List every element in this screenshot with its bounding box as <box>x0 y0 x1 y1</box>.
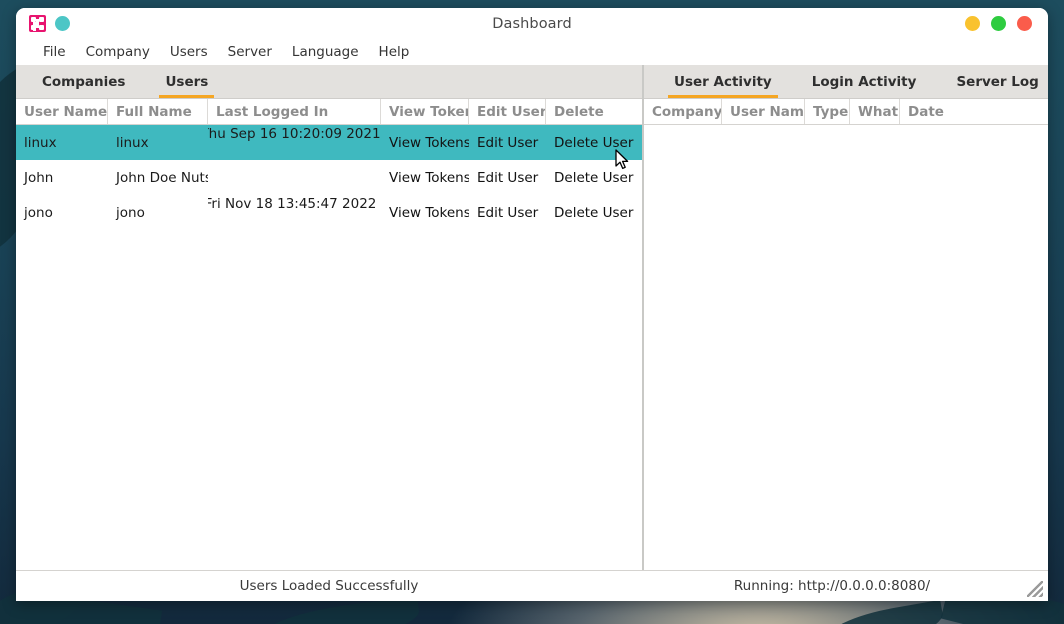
delete-user-link[interactable]: Delete User <box>546 160 642 195</box>
menu-item-help[interactable]: Help <box>369 42 420 63</box>
cell-last-logged-in: Fri Nov 18 13:45:47 2022 <box>208 196 377 212</box>
cell-user-name: jono <box>24 204 53 221</box>
activity-table-body <box>644 125 1048 570</box>
edit-user-link[interactable]: Edit User <box>469 160 546 195</box>
maximize-button[interactable] <box>991 16 1006 31</box>
cell-user-name: linux <box>24 134 57 151</box>
right-panel: User Activity Login Activity Server Log … <box>643 65 1048 570</box>
table-row[interactable]: jono jono Fri Nov 18 13:45:47 2022 View … <box>16 195 642 230</box>
users-table-header: User Name Full Name Last Logged In View … <box>16 99 642 125</box>
cell-full-name: jono <box>116 204 145 221</box>
menu-item-language[interactable]: Language <box>282 42 369 63</box>
left-tab-strip: Companies Users <box>16 65 642 99</box>
menu-bar: File Company Users Server Language Help <box>16 40 1048 65</box>
tab-login-activity[interactable]: Login Activity <box>792 65 937 98</box>
menu-item-users[interactable]: Users <box>160 42 218 63</box>
delete-user-link[interactable]: Delete User <box>546 195 642 230</box>
users-table-body: linux linux Thu Sep 16 10:20:09 2021 Vie… <box>16 125 642 570</box>
tab-companies[interactable]: Companies <box>22 65 145 98</box>
title-bar[interactable]: Dashboard <box>16 8 1048 40</box>
menu-item-company[interactable]: Company <box>76 42 160 63</box>
column-header-edit-user[interactable]: Edit User <box>469 99 546 124</box>
column-header-user-name[interactable]: User Name <box>722 99 805 124</box>
table-row[interactable]: John John Doe Nuts View Tokens Edit User… <box>16 160 642 195</box>
main-content-area: Companies Users User Name Full Name Last… <box>16 65 1048 570</box>
minimize-button[interactable] <box>965 16 980 31</box>
status-message-left: Users Loaded Successfully <box>239 578 419 594</box>
cell-full-name: John Doe Nuts <box>116 169 208 186</box>
table-row[interactable]: linux linux Thu Sep 16 10:20:09 2021 Vie… <box>16 125 642 160</box>
desktop-background: Dashboard File Company Users Server Lang… <box>0 0 1064 624</box>
tab-user-activity[interactable]: User Activity <box>654 65 792 98</box>
column-header-type[interactable]: Type <box>805 99 850 124</box>
column-header-delete[interactable]: Delete <box>546 99 642 124</box>
status-message-right: Running: http://0.0.0.0:8080/ <box>733 578 931 594</box>
tab-users[interactable]: Users <box>145 65 228 98</box>
edit-user-link[interactable]: Edit User <box>469 195 546 230</box>
column-header-last-logged-in[interactable]: Last Logged In <box>208 99 381 124</box>
view-tokens-link[interactable]: View Tokens <box>381 125 469 160</box>
menu-item-server[interactable]: Server <box>218 42 282 63</box>
resize-grip-icon[interactable] <box>1027 581 1043 597</box>
menu-item-file[interactable]: File <box>33 42 76 63</box>
cell-user-name: John <box>24 169 54 186</box>
window-title: Dashboard <box>492 16 572 32</box>
edit-user-link[interactable]: Edit User <box>469 125 546 160</box>
status-bar: Users Loaded Successfully Running: http:… <box>16 570 1048 601</box>
tab-server-log[interactable]: Server Log <box>936 65 1048 98</box>
window-controls <box>965 16 1032 31</box>
column-header-date[interactable]: Date <box>900 99 1048 124</box>
delete-user-link[interactable]: Delete User <box>546 125 642 160</box>
view-tokens-link[interactable]: View Tokens <box>381 195 469 230</box>
close-button[interactable] <box>1017 16 1032 31</box>
column-header-what[interactable]: What <box>850 99 900 124</box>
column-header-view-tokens[interactable]: View Tokens <box>381 99 469 124</box>
column-header-full-name[interactable]: Full Name <box>108 99 208 124</box>
cell-last-logged-in <box>208 160 381 195</box>
application-window: Dashboard File Company Users Server Lang… <box>16 8 1048 601</box>
right-tab-strip: User Activity Login Activity Server Log <box>644 65 1048 99</box>
left-panel: Companies Users User Name Full Name Last… <box>16 65 643 570</box>
view-tokens-link[interactable]: View Tokens <box>381 160 469 195</box>
activity-table-header: Company User Name Type What Date <box>644 99 1048 125</box>
cell-full-name: linux <box>116 134 149 151</box>
cell-last-logged-in: Thu Sep 16 10:20:09 2021 <box>208 126 381 142</box>
column-header-user-name[interactable]: User Name <box>16 99 108 124</box>
column-header-company[interactable]: Company <box>644 99 722 124</box>
